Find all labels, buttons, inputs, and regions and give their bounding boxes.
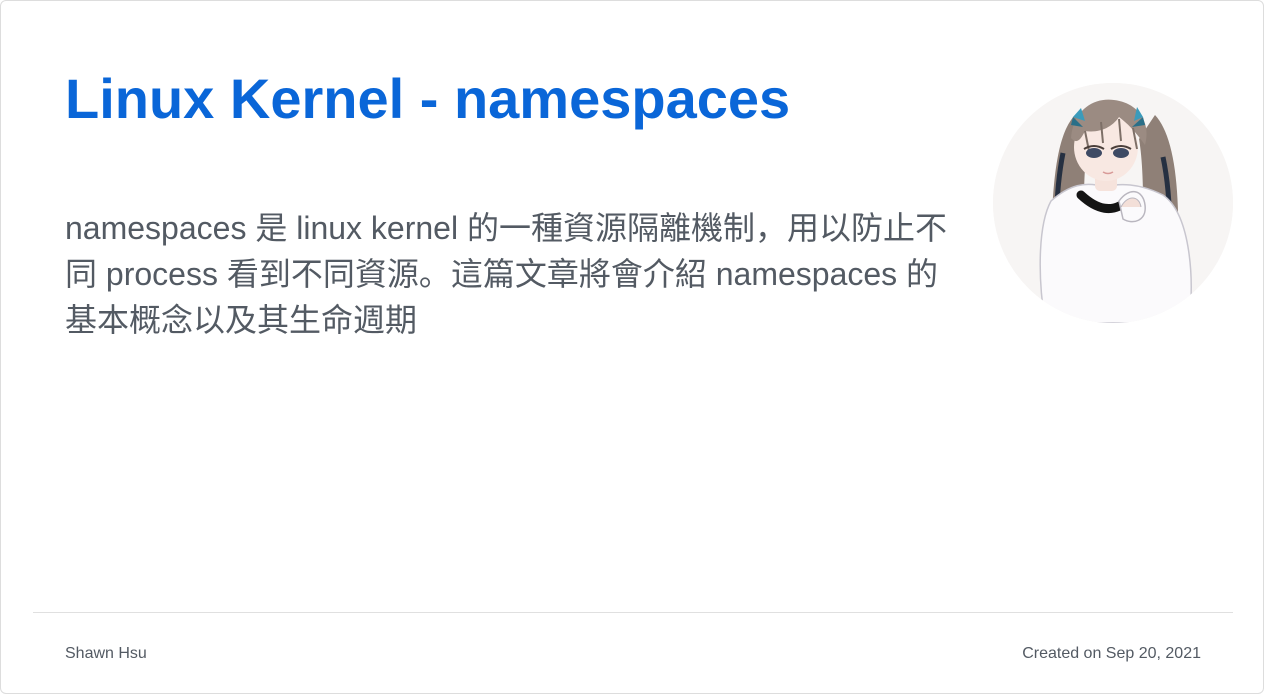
author-name[interactable]: Shawn Hsu	[65, 644, 147, 664]
anime-girl-avatar-icon	[993, 83, 1233, 323]
created-date: Created on Sep 20, 2021	[1022, 645, 1201, 662]
author-avatar	[993, 83, 1233, 323]
post-title[interactable]: Linux Kernel - namespaces	[65, 65, 790, 133]
footer-divider	[33, 612, 1233, 613]
post-description: namespaces 是 linux kernel 的一種資源隔離機制，用以防止…	[65, 210, 947, 338]
post-preview-card: Linux Kernel - namespaces namespaces 是 l…	[0, 0, 1264, 694]
